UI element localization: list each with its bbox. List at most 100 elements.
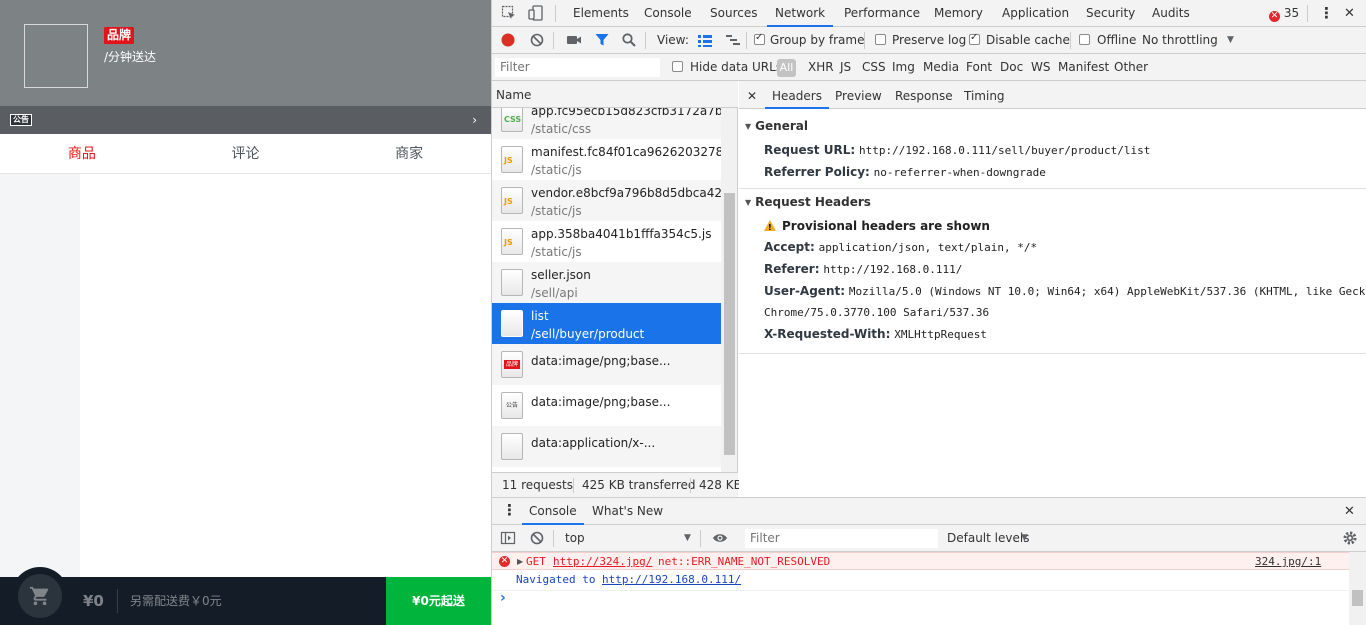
type-filter-img[interactable]: Img [892, 54, 915, 81]
tab-preview[interactable]: Preview [835, 81, 882, 109]
type-filter-doc[interactable]: Doc [1000, 54, 1023, 81]
tab-memory[interactable]: Memory [934, 0, 983, 27]
console-drawer: ⋮ Console What's New ✕ top ▼ Default lev… [492, 497, 1366, 625]
tab-headers[interactable]: Headers [765, 81, 829, 109]
request-row[interactable]: JS manifest.fc84f01ca96262032787.js /sta… [492, 139, 721, 180]
error-url-link[interactable]: http://324.jpg/ [553, 553, 652, 571]
more-options-icon[interactable]: ⋮ [1319, 0, 1334, 27]
tab-timing[interactable]: Timing [964, 81, 1005, 109]
type-filter-ws[interactable]: WS [1031, 54, 1050, 81]
console-prompt-line[interactable]: › [492, 590, 1349, 609]
drawer-tab-whats-new[interactable]: What's New [592, 498, 663, 525]
device-toolbar-icon[interactable] [528, 5, 544, 21]
console-scroll-thumb[interactable] [1352, 590, 1363, 606]
disable-cache-checkbox[interactable] [969, 32, 980, 45]
clear-console-icon[interactable] [529, 530, 545, 546]
error-text: net::ERR_NAME_NOT_RESOLVED [658, 555, 831, 568]
menu-sidebar[interactable] [0, 174, 80, 577]
inspect-element-icon[interactable] [501, 5, 517, 21]
tab-performance[interactable]: Performance [844, 0, 920, 27]
offline-label: Offline [1097, 33, 1137, 47]
type-filter-other[interactable]: Other [1114, 54, 1148, 81]
tab-seller[interactable]: 商家 [327, 134, 491, 173]
type-filter-js[interactable]: JS [840, 54, 851, 81]
navigated-to-text: Navigated to [516, 573, 596, 586]
screenshot-camera-icon[interactable] [566, 32, 582, 48]
image-file-icon: 公告 [501, 392, 523, 419]
request-headers-section-toggle[interactable]: ▼ Request Headers [745, 195, 871, 210]
console-sidebar-icon[interactable] [500, 530, 516, 546]
referer-value: http://192.168.0.111/ [823, 263, 963, 276]
chevron-down-icon[interactable]: ▼ [1021, 525, 1028, 552]
request-row[interactable]: JS app.358ba4041b1fffa354c5.js /static/j… [492, 221, 721, 262]
network-toolbar: View: Group by frame Preserve log Disabl… [492, 27, 1366, 54]
error-source-link[interactable]: 324.jpg/:1 [1255, 553, 1321, 571]
triangle-down-icon: ▼ [745, 198, 752, 207]
tab-application[interactable]: Application [1002, 0, 1069, 27]
chevron-down-icon[interactable]: ▼ [1227, 27, 1234, 54]
tab-audits[interactable]: Audits [1152, 0, 1190, 27]
drawer-tab-console[interactable]: Console [522, 498, 584, 525]
console-filter-input[interactable] [745, 529, 938, 548]
close-details-icon[interactable]: ✕ [747, 81, 757, 109]
type-filter-css[interactable]: CSS [862, 54, 886, 81]
referrer-policy-key: Referrer Policy: [764, 165, 870, 179]
section-divider [739, 353, 1366, 354]
preserve-log-checkbox[interactable] [875, 34, 886, 45]
type-filter-xhr[interactable]: XHR [808, 54, 834, 81]
request-row[interactable]: 公告 data:image/png;base... [492, 385, 721, 426]
drawer-menu-icon[interactable]: ⋮ [502, 498, 517, 525]
name-column-header[interactable]: Name [492, 81, 738, 108]
expand-triangle-icon[interactable]: ▶ [517, 553, 523, 571]
navigated-url-link[interactable]: http://192.168.0.111/ [602, 571, 741, 589]
console-scrollbar[interactable] [1349, 552, 1366, 625]
tab-security[interactable]: Security [1086, 0, 1135, 27]
chevron-down-icon[interactable]: ▼ [684, 525, 691, 552]
context-select[interactable]: top [565, 525, 585, 552]
clear-icon[interactable] [529, 32, 545, 48]
brand-badge: 品牌 [104, 27, 135, 44]
type-filter-all[interactable]: All [777, 59, 796, 77]
record-icon[interactable] [500, 32, 516, 48]
close-devtools-icon[interactable]: ✕ [1344, 0, 1355, 27]
console-settings-gear-icon[interactable] [1342, 530, 1358, 546]
throttling-select[interactable]: No throttling [1142, 27, 1218, 54]
cart-button[interactable] [18, 574, 62, 618]
hide-data-urls-checkbox[interactable] [672, 61, 683, 72]
request-row-selected[interactable]: list /sell/buyer/product [492, 303, 721, 344]
request-row[interactable]: JS vendor.e8bcf9a796b8d5dbca42.js /stati… [492, 180, 721, 221]
search-icon[interactable] [621, 32, 637, 48]
group-by-frame-checkbox[interactable] [754, 32, 765, 45]
log-levels-select[interactable]: Default levels [947, 525, 1029, 552]
close-drawer-icon[interactable]: ✕ [1344, 498, 1355, 525]
tab-goods[interactable]: 商品 [0, 134, 164, 173]
resources-size: 428 KB [699, 478, 742, 492]
eye-icon[interactable] [712, 530, 728, 546]
mobile-app-preview: 品牌 /分钟送达 公告 › 商品 评论 商家 ¥0 另需配送费￥0元 ¥0元起送 [0, 0, 491, 625]
request-path: /static/js [531, 245, 582, 259]
type-filter-manifest[interactable]: Manifest [1058, 54, 1109, 81]
request-list-scroll-thumb[interactable] [724, 193, 735, 455]
error-count-badge[interactable]: ✕ 35 [1269, 6, 1299, 22]
tab-console[interactable]: Console [644, 0, 692, 27]
tab-response[interactable]: Response [895, 81, 953, 109]
tab-sources[interactable]: Sources [710, 0, 757, 27]
waterfall-overview-icon[interactable] [725, 33, 741, 49]
pay-button[interactable]: ¥0元起送 [386, 577, 491, 625]
type-filter-media[interactable]: Media [923, 54, 959, 81]
request-row[interactable]: seller.json /sell/api [492, 262, 721, 303]
tab-network[interactable]: Network [767, 0, 834, 27]
request-row[interactable]: 品牌 data:image/png;base... [492, 344, 721, 385]
tab-elements[interactable]: Elements [573, 0, 629, 27]
filter-input[interactable] [495, 58, 660, 77]
large-rows-icon[interactable] [697, 33, 713, 49]
request-row[interactable]: CSS app.fc95ecb15d823cfb3172a7b93aa... /… [492, 108, 721, 139]
general-section-toggle[interactable]: ▼ General [745, 119, 808, 134]
request-row[interactable]: data:application/x-... [492, 426, 721, 467]
filter-icon[interactable] [594, 32, 610, 48]
type-filter-font[interactable]: Font [966, 54, 992, 81]
tab-ratings[interactable]: 评论 [164, 134, 328, 173]
offline-checkbox[interactable] [1079, 34, 1090, 45]
notice-bar[interactable]: 公告 › [0, 106, 491, 134]
seller-header[interactable]: 品牌 /分钟送达 [0, 0, 491, 106]
